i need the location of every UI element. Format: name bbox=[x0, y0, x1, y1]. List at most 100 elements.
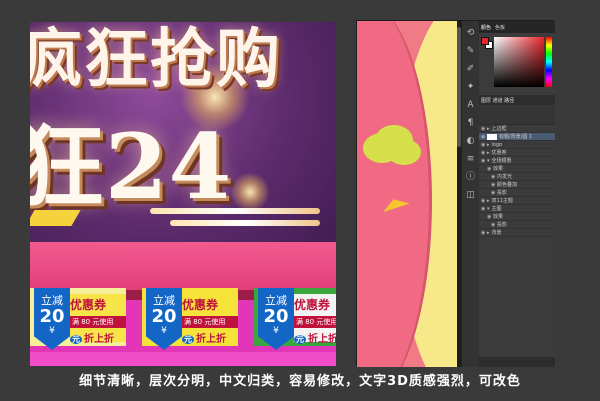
info-icon[interactable]: ⓘ bbox=[465, 171, 477, 183]
paragraph-icon[interactable]: ¶ bbox=[465, 117, 477, 129]
clone-source-icon[interactable]: ✦ bbox=[465, 81, 477, 93]
coupon-tag: 立减 20 ¥ bbox=[258, 288, 294, 350]
coupon-tag: 立减 20 ¥ bbox=[146, 288, 182, 350]
effect-row[interactable]: ◉ 效果 bbox=[479, 213, 555, 221]
coupon-card[interactable]: 立减 20 ¥ 优惠券 满 80 元使用 元折上折 bbox=[142, 288, 238, 350]
hue-slider[interactable] bbox=[546, 37, 552, 87]
layers-panel-footer[interactable] bbox=[479, 357, 555, 367]
coupon-body: 优惠券 满 80 元使用 元折上折 bbox=[294, 294, 336, 345]
folder-icon: ▾ bbox=[487, 157, 490, 164]
color-panel-tabs: 颜色 色板 bbox=[479, 21, 555, 33]
photoshop-window: ⟲ ✎ ✐ ✦ A ¶ ◐ ≡ ⓘ ◫ 颜色 色板 图层 通道 路径 ◉ ▸ 上边框 bbox=[356, 20, 555, 367]
coupon-card[interactable]: 立减 20 ¥ 优惠券 满 80 元使用 元折上折 bbox=[254, 288, 336, 350]
layer-thumbnail bbox=[487, 133, 497, 140]
coupon-discount: 元折上折 bbox=[70, 330, 126, 345]
tab-color[interactable]: 颜色 bbox=[481, 24, 491, 31]
history-icon[interactable]: ⟲ bbox=[465, 27, 477, 39]
navigator-icon[interactable]: ◫ bbox=[465, 189, 477, 201]
layer-name: 标题/背景/圆 1 bbox=[499, 134, 533, 140]
coupon-amount: 20 bbox=[263, 306, 289, 327]
promo-caption: 细节清晰，层次分明，中文归类，容易修改，文字3D质感强烈，可改色 bbox=[79, 374, 521, 389]
coupon-condition: 满 80 元使用 bbox=[182, 316, 238, 328]
folder-icon: ▾ bbox=[487, 205, 490, 212]
effect-row[interactable]: ◉ 颜色叠加 bbox=[479, 181, 555, 189]
layer-name: 上边框 bbox=[491, 126, 507, 132]
coupon-title: 优惠券 bbox=[70, 298, 107, 312]
effect-row[interactable]: ◉ 投影 bbox=[479, 221, 555, 229]
headline-line2: 狂24 bbox=[30, 114, 233, 220]
gold-stripe bbox=[170, 220, 320, 226]
folder-icon: ▸ bbox=[487, 125, 490, 132]
folder-icon: ▸ bbox=[487, 149, 490, 156]
coupon-body: 优惠券 满 80 元使用 元折上折 bbox=[70, 294, 126, 345]
tab-layers[interactable]: 图层 bbox=[481, 98, 491, 104]
coupon-discount-prefix: 元 bbox=[70, 335, 82, 344]
layer-row[interactable]: ◉ ▸ 双11主题 bbox=[479, 197, 555, 205]
canvas-cloud-shape bbox=[363, 133, 401, 163]
layer-options-bar[interactable] bbox=[479, 105, 555, 125]
coupon-discount: 元折上折 bbox=[182, 330, 238, 345]
coupon-title: 优惠券 bbox=[182, 298, 219, 312]
effect-name: 内发光 bbox=[497, 174, 513, 180]
panel-tool-strip: ⟲ ✎ ✐ ✦ A ¶ ◐ ≡ ⓘ ◫ bbox=[461, 21, 479, 367]
layer-row[interactable]: ◉ ▸ 优惠券 bbox=[479, 149, 555, 157]
coupon-currency: ¥ bbox=[273, 326, 279, 336]
tab-paths[interactable]: 路径 bbox=[504, 98, 514, 104]
effect-row[interactable]: ◉ 内发光 bbox=[479, 173, 555, 181]
layer-row-selected[interactable]: ◉ 标题/背景/圆 1 bbox=[479, 133, 555, 141]
character-icon[interactable]: A bbox=[465, 99, 477, 111]
effect-name: 效果 bbox=[493, 214, 504, 220]
folder-icon: ▸ bbox=[487, 197, 490, 204]
layer-name: 优惠券 bbox=[491, 150, 507, 156]
coupon-discount-text: 折上折 bbox=[84, 334, 114, 345]
tab-channels[interactable]: 通道 bbox=[493, 98, 503, 104]
coupon-discount-text: 折上折 bbox=[196, 334, 226, 345]
coupon-condition: 满 80 元使用 bbox=[294, 316, 336, 328]
coupon-discount-prefix: 元 bbox=[294, 335, 306, 344]
properties-icon[interactable]: ≡ bbox=[465, 153, 477, 165]
coupon-title: 优惠券 bbox=[294, 298, 331, 312]
folder-icon: ▸ bbox=[487, 229, 490, 236]
fg-bg-swatches[interactable] bbox=[481, 37, 493, 49]
layer-name: 背景 bbox=[491, 230, 502, 236]
pink-band bbox=[30, 242, 336, 294]
layer-row[interactable]: ◉ ▾ 主图 bbox=[479, 205, 555, 213]
color-picker-field[interactable] bbox=[494, 37, 544, 87]
headline-line1: 疯狂抢购 bbox=[30, 22, 282, 97]
coupon-currency: ¥ bbox=[49, 326, 55, 336]
effect-name: 投影 bbox=[497, 190, 508, 196]
coupon-discount-prefix: 元 bbox=[182, 335, 194, 344]
layer-row[interactable]: ◉ ▾ 全场顺惠 bbox=[479, 157, 555, 165]
layer-name: 双11主题 bbox=[491, 198, 513, 204]
coupon-amount: 20 bbox=[39, 306, 65, 327]
document-canvas[interactable] bbox=[357, 21, 457, 367]
coupon-amount: 20 bbox=[151, 306, 177, 327]
brush-preset-icon[interactable]: ✐ bbox=[465, 63, 477, 75]
layer-row[interactable]: ◉ ▸ logo bbox=[479, 141, 555, 149]
coupon-discount-text: 折上折 bbox=[308, 334, 336, 345]
coupon-currency: ¥ bbox=[161, 326, 167, 336]
color-panel bbox=[479, 33, 555, 93]
effect-name: 颜色叠加 bbox=[497, 182, 518, 188]
layer-row[interactable]: ◉ ▸ 背景 bbox=[479, 229, 555, 237]
light-glow-small bbox=[230, 172, 270, 212]
gold-stripe bbox=[150, 208, 320, 214]
layer-row[interactable]: ◉ ▸ 上边框 bbox=[479, 125, 555, 133]
effect-row[interactable]: ◉ 效果 bbox=[479, 165, 555, 173]
tab-swatches[interactable]: 色板 bbox=[495, 24, 505, 31]
folder-icon: ▸ bbox=[487, 141, 490, 148]
coupon-card[interactable]: 立减 20 ¥ 优惠券 满 80 元使用 元折上折 bbox=[30, 288, 126, 350]
layer-name: 全场顺惠 bbox=[491, 158, 512, 164]
effect-row[interactable]: ◉ 投影 bbox=[479, 189, 555, 197]
brush-icon[interactable]: ✎ bbox=[465, 45, 477, 57]
coupon-discount: 元折上折 bbox=[294, 330, 336, 345]
coupon-tag: 立减 20 ¥ bbox=[34, 288, 70, 350]
poster-preview: 疯狂抢购 狂24 立减 20 ¥ 优惠券 满 80 元使用 元折上折 立减 20… bbox=[30, 22, 336, 366]
coupon-body: 优惠券 满 80 元使用 元折上折 bbox=[182, 294, 238, 345]
effect-name: 投影 bbox=[497, 222, 508, 228]
bottom-strip bbox=[30, 352, 336, 366]
coupon-condition: 满 80 元使用 bbox=[70, 316, 126, 328]
adjust-icon[interactable]: ◐ bbox=[465, 135, 477, 147]
foreground-color-swatch[interactable] bbox=[481, 37, 489, 45]
effect-name: 效果 bbox=[493, 166, 504, 172]
